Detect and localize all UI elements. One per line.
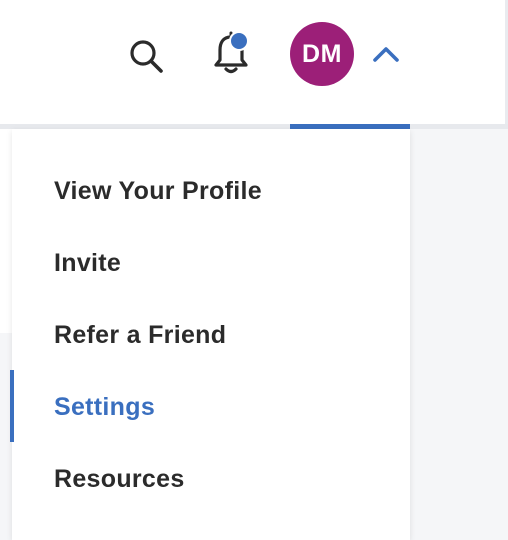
active-item-indicator — [10, 370, 14, 442]
chevron-up-icon — [373, 47, 399, 62]
menu-toggle-button[interactable] — [368, 36, 404, 72]
menu-item-refer-friend[interactable]: Refer a Friend — [12, 305, 410, 365]
menu-item-label: Settings — [54, 392, 156, 421]
menu-item-label: Invite — [54, 248, 122, 277]
user-avatar[interactable]: DM — [290, 22, 354, 86]
menu-item-resources[interactable]: Resources — [12, 449, 410, 509]
menu-item-label: Resources — [54, 464, 185, 493]
menu-item-settings[interactable]: Settings — [12, 377, 410, 437]
page: DM View Your Profile Invite Refer a Frie… — [0, 0, 508, 540]
search-button[interactable] — [124, 34, 168, 78]
notification-dot — [229, 31, 249, 51]
menu-item-label: Refer a Friend — [54, 320, 227, 349]
menu-item-label: View Your Profile — [54, 176, 262, 205]
top-header-bar — [0, 0, 508, 124]
content-panel-left — [0, 129, 12, 333]
menu-item-view-profile[interactable]: View Your Profile — [12, 161, 410, 221]
menu-item-invite[interactable]: Invite — [12, 233, 410, 293]
user-dropdown-menu: View Your Profile Invite Refer a Friend … — [12, 129, 410, 540]
search-icon — [130, 40, 163, 73]
content-panel-right — [410, 129, 508, 540]
